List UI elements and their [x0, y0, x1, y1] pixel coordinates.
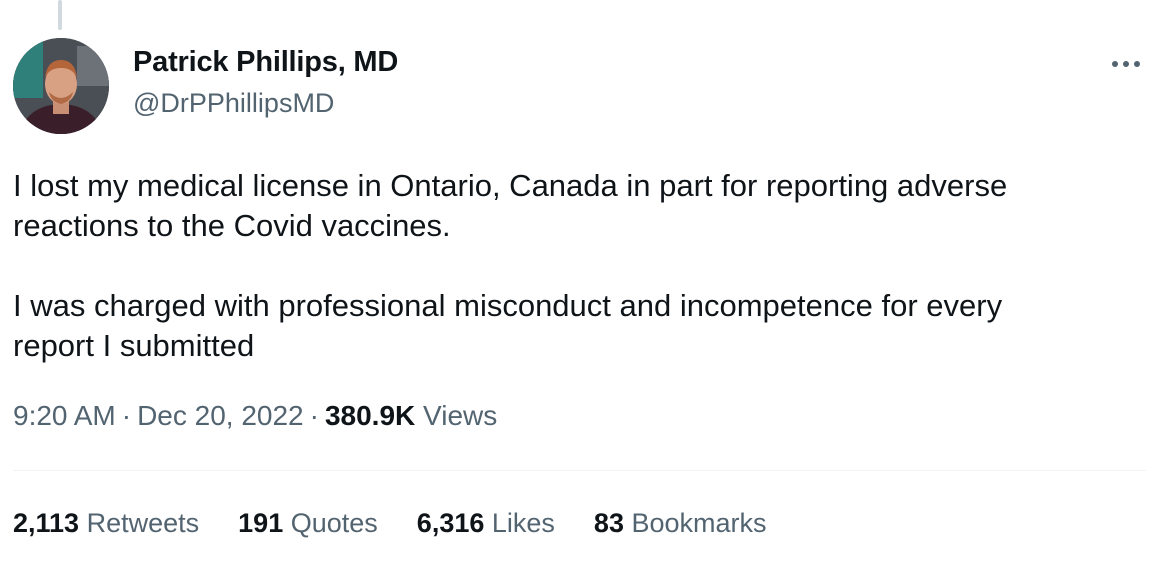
more-options-button[interactable]: [1108, 50, 1144, 78]
profile-photo-icon: [13, 38, 109, 134]
bookmarks-count: 83: [593, 508, 624, 538]
tweet-line: I was charged with professional miscondu…: [13, 288, 1003, 323]
quotes-count: 191: [238, 508, 284, 538]
tweet-line: reactions to the Covid vaccines.: [13, 208, 451, 243]
ellipsis-icon: [1112, 61, 1140, 67]
retweets-count: 2,113: [13, 508, 80, 538]
quotes-label: Quotes: [290, 508, 378, 538]
tweet-meta: 9:20 AM · Dec 20, 2022 · 380.9K Views: [13, 400, 497, 432]
views-label: Views: [423, 400, 498, 431]
thread-connector-line: [58, 0, 62, 30]
author-display-name[interactable]: Patrick Phillips, MD: [133, 46, 398, 79]
author-handle[interactable]: @DrPPhillipsMD: [133, 88, 334, 119]
bookmarks-label: Bookmarks: [631, 508, 767, 538]
divider: [13, 470, 1146, 471]
bookmarks-stat[interactable]: 83 Bookmarks: [594, 508, 767, 539]
meta-separator: ·: [121, 400, 132, 431]
meta-separator: ·: [309, 400, 319, 431]
tweet-date[interactable]: Dec 20, 2022: [137, 400, 304, 431]
tweet-line: report I submitted: [13, 328, 255, 363]
retweets-stat[interactable]: 2,113 Retweets: [13, 508, 199, 539]
views-count: 380.9K: [324, 400, 416, 431]
likes-stat[interactable]: 6,316 Likes: [417, 508, 555, 539]
quotes-stat[interactable]: 191 Quotes: [238, 508, 378, 539]
tweet-paragraph: I lost my medical license in Ontario, Ca…: [13, 166, 1153, 246]
retweets-label: Retweets: [86, 508, 200, 538]
tweet-line: I lost my medical license in Ontario, Ca…: [13, 168, 1008, 203]
likes-label: Likes: [491, 508, 555, 538]
avatar[interactable]: [13, 38, 109, 134]
likes-count: 6,316: [416, 508, 485, 538]
tweet-time[interactable]: 9:20 AM: [13, 400, 116, 431]
tweet-text: I lost my medical license in Ontario, Ca…: [13, 166, 1153, 366]
tweet-paragraph: I was charged with professional miscondu…: [13, 286, 1153, 366]
engagement-stats: 2,113 Retweets 191 Quotes 6,316 Likes 83…: [13, 508, 767, 539]
